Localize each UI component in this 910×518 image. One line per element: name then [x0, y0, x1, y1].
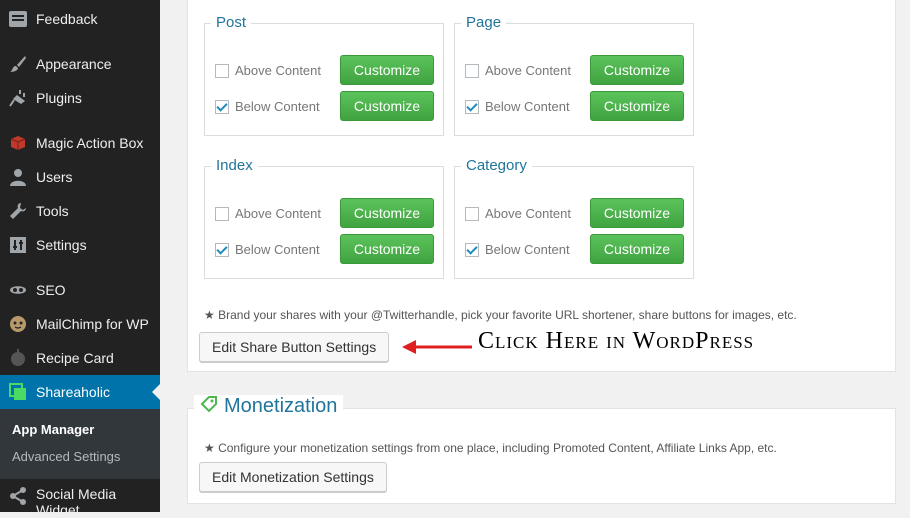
location-group-page: Page Above Content Customize Below Conte… [454, 14, 694, 136]
location-group-post: Post Above Content Customize Below Conte… [204, 14, 444, 136]
option-label: Below Content [235, 99, 320, 114]
monetization-panel: Monetization ★ Configure your monetizati… [187, 395, 896, 504]
box-icon [8, 133, 28, 153]
sidebar-item-label: MailChimp for WP [36, 316, 149, 332]
wrench-icon [8, 201, 28, 221]
annotation-arrow-icon [402, 340, 472, 354]
sidebar-item-label: Settings [36, 237, 87, 253]
customize-above-button[interactable]: Customize [340, 55, 434, 85]
option-label: Above Content [485, 206, 572, 221]
customize-below-button[interactable]: Customize [590, 91, 684, 121]
group-title: Post [211, 14, 252, 31]
below-content-option[interactable]: Below Content [215, 242, 320, 257]
edit-share-button-settings-button[interactable]: Edit Share Button Settings [199, 332, 390, 362]
sidebar-item-recipe-card[interactable]: Recipe Card [0, 341, 160, 375]
plug-icon [8, 88, 28, 108]
above-content-checkbox[interactable] [465, 206, 479, 221]
tag-icon [200, 395, 218, 418]
admin-sidebar: Feedback Appearance Plugins Magic Action… [0, 0, 160, 518]
sidebar-item-appearance[interactable]: Appearance [0, 47, 160, 81]
group-title: Page [461, 14, 507, 31]
option-label: Below Content [485, 242, 570, 257]
share-buttons-panel: Post Above Content Customize Below Conte… [187, 0, 896, 372]
group-title: Category [461, 157, 532, 174]
edit-monetization-settings-button[interactable]: Edit Monetization Settings [199, 462, 387, 492]
recipe-icon [8, 348, 28, 368]
above-content-option[interactable]: Above Content [215, 63, 321, 78]
submenu-item-advanced-settings[interactable]: Advanced Settings [12, 449, 120, 464]
edit-share-row: Edit Share Button Settings Click Here in… [188, 328, 897, 362]
location-group-index: Index Above Content Customize Below Cont… [204, 157, 444, 279]
sidebar-item-shareaholic[interactable]: Shareaholic [0, 375, 160, 409]
sidebar-item-label: Recipe Card [36, 350, 114, 366]
above-content-checkbox[interactable] [215, 63, 229, 78]
below-content-checkbox[interactable] [215, 242, 229, 257]
share-settings-note: ★ Brand your shares with your @Twitterha… [204, 308, 797, 322]
customize-above-button[interactable]: Customize [340, 198, 434, 228]
above-content-option[interactable]: Above Content [215, 206, 321, 221]
monetization-note: ★ Configure your monetization settings f… [204, 441, 777, 455]
location-group-category: Category Above Content Customize Below C… [454, 157, 694, 279]
option-label: Below Content [485, 99, 570, 114]
below-content-checkbox[interactable] [215, 99, 229, 114]
user-icon [8, 167, 28, 187]
monetization-title: Monetization [194, 395, 344, 418]
option-label: Above Content [485, 63, 572, 78]
option-label: Below Content [235, 242, 320, 257]
sidebar-item-tools[interactable]: Tools [0, 194, 160, 228]
below-content-option[interactable]: Below Content [465, 99, 570, 114]
sidebar-item-plugins[interactable]: Plugins [0, 81, 160, 115]
feedback-icon [8, 9, 28, 29]
sidebar-item-label: Social Media Widget [36, 486, 117, 518]
share-icon [8, 486, 28, 506]
group-title: Index [211, 157, 258, 174]
shareaholic-submenu: App Manager Advanced Settings [0, 409, 160, 479]
customize-above-button[interactable]: Customize [590, 55, 684, 85]
sidebar-item-settings[interactable]: Settings [0, 228, 160, 262]
sidebar-item-label: Feedback [36, 11, 98, 27]
sidebar-item-label: Users [36, 169, 73, 185]
sidebar-item-feedback[interactable]: Feedback [0, 2, 160, 36]
sidebar-item-label: Magic Action Box [36, 135, 144, 151]
above-content-option[interactable]: Above Content [465, 63, 571, 78]
option-label: Above Content [235, 63, 322, 78]
customize-below-button[interactable]: Customize [340, 91, 434, 121]
click-here-annotation: Click Here in WordPress [478, 328, 755, 354]
customize-below-button[interactable]: Customize [340, 234, 434, 264]
customize-above-button[interactable]: Customize [590, 198, 684, 228]
shareaholic-icon [8, 382, 28, 402]
sidebar-item-label: Appearance [36, 56, 112, 72]
sidebar-item-magic-action-box[interactable]: Magic Action Box [0, 126, 160, 160]
sidebar-item-label: SEO [36, 282, 66, 298]
sidebar-item-seo[interactable]: SEO [0, 273, 160, 307]
paintbrush-icon [8, 54, 28, 74]
customize-below-button[interactable]: Customize [590, 234, 684, 264]
sidebar-item-label: Plugins [36, 90, 82, 106]
sidebar-item-users[interactable]: Users [0, 160, 160, 194]
below-content-option[interactable]: Below Content [465, 242, 570, 257]
below-content-option[interactable]: Below Content [215, 99, 320, 114]
above-content-checkbox[interactable] [215, 206, 229, 221]
sliders-icon [8, 235, 28, 255]
below-content-checkbox[interactable] [465, 242, 479, 257]
above-content-checkbox[interactable] [465, 63, 479, 78]
mailchimp-icon [8, 314, 28, 334]
sidebar-item-mailchimp[interactable]: MailChimp for WP [0, 307, 160, 341]
sidebar-item-label: Shareaholic [36, 384, 110, 400]
monetization-heading: Monetization [224, 395, 338, 417]
active-indicator [152, 384, 160, 400]
seo-icon [8, 280, 28, 300]
above-content-option[interactable]: Above Content [465, 206, 571, 221]
option-label: Above Content [235, 206, 322, 221]
sidebar-item-label: Tools [36, 203, 69, 219]
submenu-item-app-manager[interactable]: App Manager [12, 422, 94, 437]
below-content-checkbox[interactable] [465, 99, 479, 114]
